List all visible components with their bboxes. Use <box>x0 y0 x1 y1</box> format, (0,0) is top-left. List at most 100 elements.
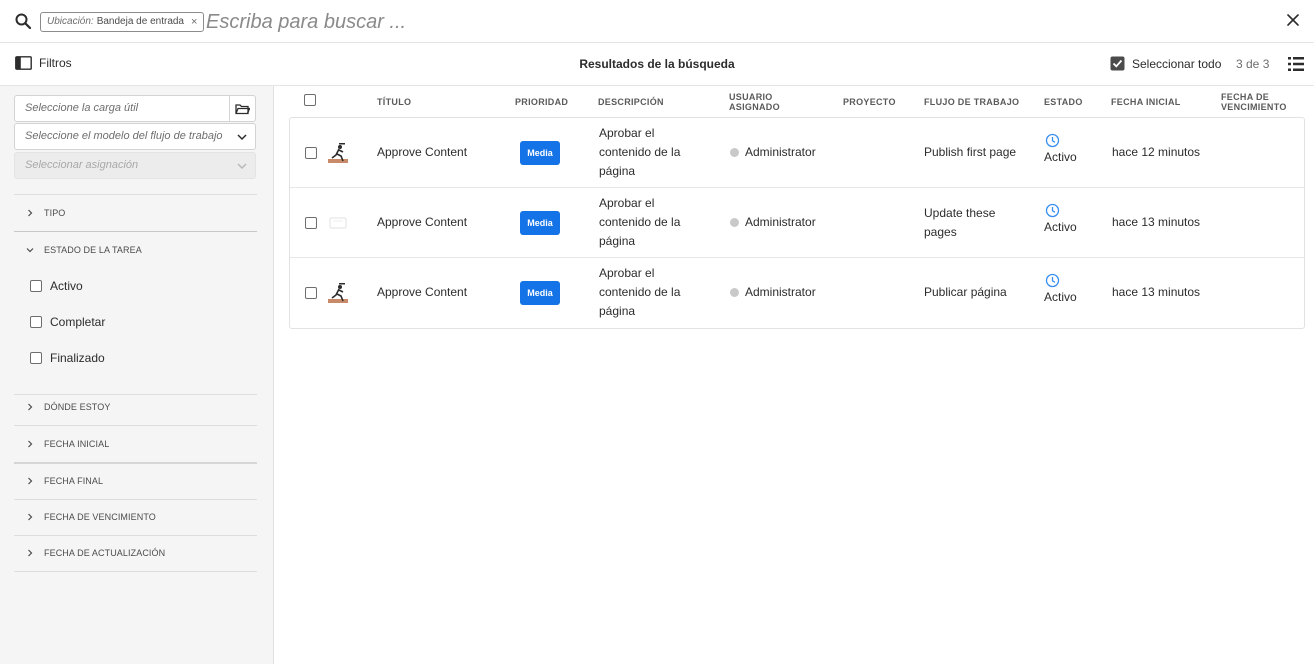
browse-folder-button[interactable] <box>229 96 255 121</box>
section-where-am-i-header[interactable]: DÓNDE ESTOY <box>14 389 257 425</box>
section-update-date-header[interactable]: FECHA DE ACTUALIZACIÓN <box>14 535 257 571</box>
column-due-date-line1: FECHA DE <box>1221 91 1270 102</box>
column-assignee-line1: USUARIO <box>729 91 773 102</box>
assignment-placeholder: Seleccionar asignación <box>25 159 139 171</box>
row-status: Activo <box>1044 273 1077 307</box>
search-bar: Ubicación: Bandeja de entrada × <box>0 0 1314 43</box>
row-start-date: hace 12 minutos <box>1112 145 1201 159</box>
select-all-button[interactable]: Seleccionar todo <box>1110 56 1221 71</box>
chevron-down-icon <box>237 163 247 170</box>
status-option-label: Finalizado <box>50 351 105 365</box>
column-due-date-line2: VENCIMIENTO <box>1221 101 1287 112</box>
runner-thumbnail-icon <box>327 142 349 164</box>
column-due-date[interactable]: FECHA DE VENCIMIENTO <box>1221 86 1287 117</box>
row-checkbox[interactable] <box>305 287 317 299</box>
checkbox[interactable] <box>30 280 42 292</box>
column-priority[interactable]: PRIORIDAD <box>515 86 568 117</box>
results-toolbar: Filtros Resultados de la búsqueda Selecc… <box>0 43 1314 86</box>
section-label: FECHA INICIAL <box>44 439 110 449</box>
row-title[interactable]: Approve Content <box>377 143 467 162</box>
search-input[interactable] <box>206 8 906 36</box>
list-view-icon[interactable] <box>1288 56 1304 72</box>
row-checkbox[interactable] <box>305 147 317 159</box>
description-line: Aprobar el <box>599 266 655 280</box>
table-row[interactable]: Approve Content Media Aprobar el conteni… <box>290 258 1304 328</box>
section-type-header[interactable]: TIPO <box>14 195 257 231</box>
status-option-activo[interactable]: Activo <box>14 268 257 304</box>
status-option-label: Completar <box>50 315 106 329</box>
priority-badge: Media <box>520 211 560 235</box>
select-all-label: Seleccionar todo <box>1132 56 1222 71</box>
close-icon[interactable] <box>1284 11 1302 29</box>
row-title[interactable]: Approve Content <box>377 283 467 302</box>
section-label: FECHA DE VENCIMIENTO <box>44 512 156 522</box>
row-checkbox[interactable] <box>305 217 317 229</box>
user-avatar-icon <box>730 218 739 227</box>
section-end-date-header[interactable]: FECHA FINAL <box>14 463 257 499</box>
table-header: TÍTULO PRIORIDAD DESCRIPCIÓN USUARIO ASI… <box>289 86 1305 117</box>
section-due-date: FECHA DE VENCIMIENTO <box>14 499 257 536</box>
status-option-finalizado[interactable]: Finalizado <box>14 340 257 376</box>
row-title[interactable]: Approve Content <box>377 213 467 232</box>
column-description[interactable]: DESCRIPCIÓN <box>598 86 664 117</box>
clock-icon <box>1045 133 1060 148</box>
table-row[interactable]: Approve Content Media Aprobar el conteni… <box>290 188 1304 258</box>
status-label: Activo <box>1044 290 1077 304</box>
section-start-date-header[interactable]: FECHA INICIAL <box>14 426 257 462</box>
column-project[interactable]: PROYECTO <box>843 86 896 117</box>
column-assignee-line2: ASIGNADO <box>729 101 780 112</box>
section-label: ESTADO DE LA TAREA <box>44 245 142 255</box>
section-type: TIPO <box>14 194 257 232</box>
filters-label: Filtros <box>39 56 72 70</box>
section-task-status-header[interactable]: ESTADO DE LA TAREA <box>14 232 257 268</box>
column-assignee[interactable]: USUARIO ASIGNADO <box>729 86 780 117</box>
description-line: página <box>599 234 636 248</box>
column-title[interactable]: TÍTULO <box>377 86 411 117</box>
checkbox-checked-icon <box>1110 56 1125 71</box>
select-all-checkbox[interactable] <box>304 94 316 106</box>
section-due-date-header[interactable]: FECHA DE VENCIMIENTO <box>14 499 257 535</box>
workflow-line: Publicar página <box>924 285 1007 299</box>
column-status[interactable]: ESTADO <box>1044 86 1083 117</box>
row-workflow: Publish first page <box>924 143 1016 162</box>
chevron-right-icon <box>28 477 33 485</box>
checkbox[interactable] <box>30 316 42 328</box>
search-icon <box>15 13 31 29</box>
assignee-name: Administrator <box>745 145 816 159</box>
row-assignee: Administrator <box>730 143 816 162</box>
status-label: Activo <box>1044 220 1077 234</box>
runner-thumbnail-icon <box>327 282 349 304</box>
chevron-right-icon <box>28 513 33 521</box>
user-avatar-icon <box>730 288 739 297</box>
filters-button[interactable]: Filtros <box>15 56 72 70</box>
description-line: contenido de la <box>599 285 681 299</box>
description-line: contenido de la <box>599 215 681 229</box>
result-count: 3 de 3 <box>1236 57 1270 71</box>
description-line: Aprobar el <box>599 196 655 210</box>
row-description: Aprobar el contenido de la página <box>599 124 680 181</box>
chevron-down-icon <box>26 248 34 253</box>
row-assignee: Administrator <box>730 283 816 302</box>
status-option-completar[interactable]: Completar <box>14 304 257 340</box>
chevron-right-icon <box>28 403 33 411</box>
location-tag-value: Bandeja de entrada <box>96 16 184 27</box>
user-avatar-icon <box>730 148 739 157</box>
workflow-model-select[interactable]: Seleccione el modelo del flujo de trabaj… <box>14 123 256 150</box>
row-workflow: Publicar página <box>924 283 1007 302</box>
remove-tag-icon[interactable]: × <box>191 13 197 31</box>
row-description: Aprobar el contenido de la página <box>599 264 680 321</box>
section-label: FECHA FINAL <box>44 476 104 486</box>
section-label: FECHA DE ACTUALIZACIÓN <box>44 548 166 558</box>
payload-field[interactable]: Seleccione la carga útil <box>14 95 256 122</box>
table-row[interactable]: Approve Content Media Aprobar el conteni… <box>290 118 1304 188</box>
results-table: Approve Content Media Aprobar el conteni… <box>289 117 1305 329</box>
section-label: TIPO <box>44 208 66 218</box>
section-task-status: ESTADO DE LA TAREA Activo Completar Fina… <box>14 231 257 395</box>
column-workflow[interactable]: FLUJO DE TRABAJO <box>924 86 1019 117</box>
payload-placeholder: Seleccione la carga útil <box>25 102 139 114</box>
row-status: Activo <box>1044 133 1077 167</box>
row-status: Activo <box>1044 203 1077 237</box>
column-start-date[interactable]: FECHA INICIAL <box>1111 86 1181 117</box>
status-label: Activo <box>1044 150 1077 164</box>
checkbox[interactable] <box>30 352 42 364</box>
